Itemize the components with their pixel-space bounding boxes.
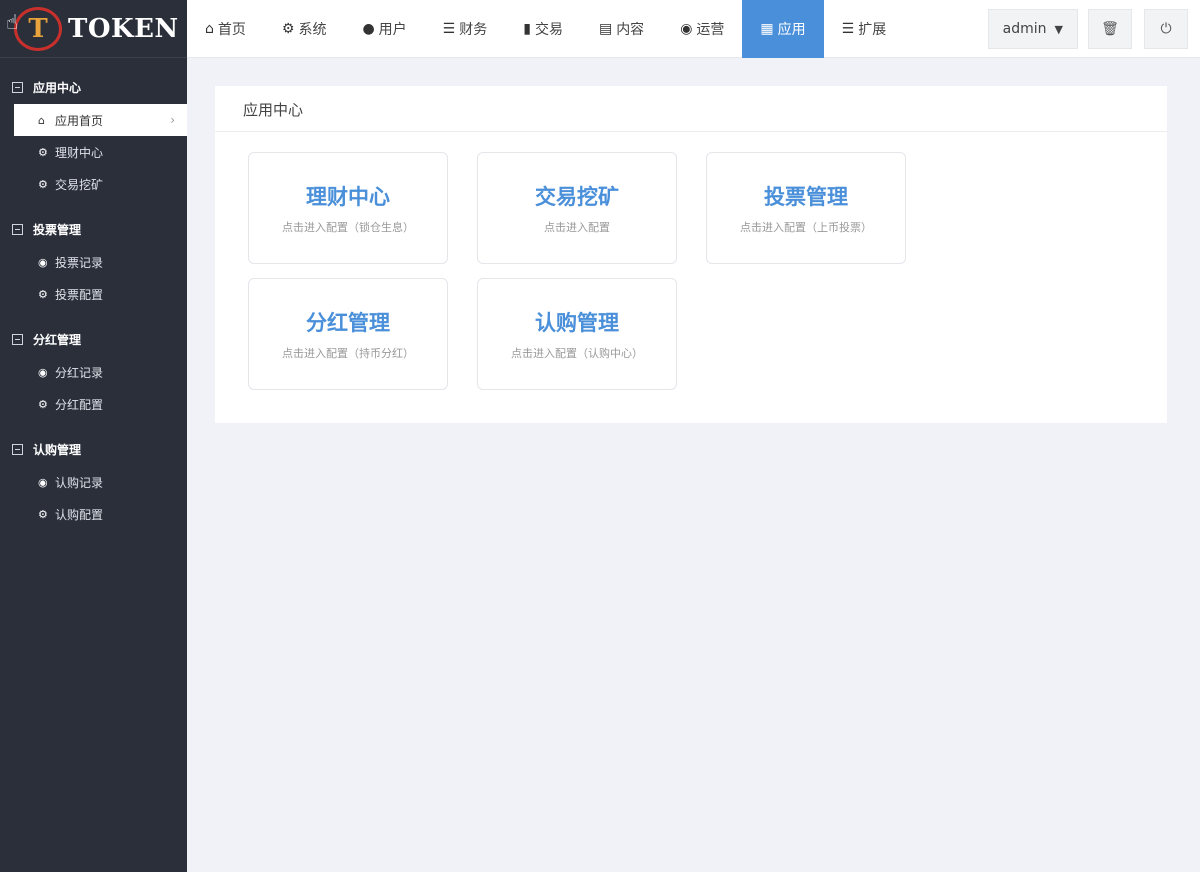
hand-cursor-icon: ☝: [6, 10, 19, 34]
tab-system[interactable]: ⚙ 系统: [264, 0, 345, 58]
card-subtitle: 点击进入配置（持币分红）: [282, 347, 414, 360]
chevron-right-icon: ›: [170, 113, 175, 127]
card-title: 分红管理: [306, 311, 390, 335]
gear-icon: ⚙: [38, 177, 48, 191]
tab-finance[interactable]: ☰ 财务: [425, 0, 506, 58]
collapse-icon: [12, 81, 23, 93]
home-icon: ⌂: [205, 20, 214, 37]
app-card-vote[interactable]: 投票管理 点击进入配置（上币投票）: [706, 152, 906, 264]
app-center-panel: 应用中心 理财中心 点击进入配置（锁仓生息） 交易挖矿 点击进入配置 投票管理 …: [215, 86, 1167, 423]
card-subtitle: 点击进入配置（上币投票）: [740, 221, 872, 234]
card-title: 理财中心: [306, 185, 390, 209]
logo-badge: T: [14, 6, 62, 51]
user-icon: ●: [362, 20, 375, 37]
logout-button[interactable]: ⏻: [1144, 9, 1188, 49]
server-icon: ☰: [841, 20, 855, 37]
globe-icon: ◉: [38, 255, 48, 269]
globe-icon: ◉: [38, 365, 48, 379]
nav-right-controls: admin ▼ 🗑 ⏻: [987, 0, 1200, 58]
collapse-icon: [12, 333, 23, 345]
globe-icon: ◉: [680, 20, 693, 37]
collapse-icon: [12, 223, 23, 235]
sidebar-item-finance-center[interactable]: ⚙ 理财中心: [0, 136, 187, 168]
gear-icon: ⚙: [38, 287, 48, 301]
gear-icon: ⚙: [38, 507, 48, 521]
sidebar-group-app-center: 应用中心 ⌂ 应用首页 › ⚙ 理财中心 ⚙ 交易挖矿: [0, 70, 187, 200]
tab-apps[interactable]: ▦ 应用: [742, 0, 824, 58]
logo-text: TOKEN: [68, 13, 179, 44]
sidebar-group-dividend: 分红管理 ◉ 分红记录 ⚙ 分红配置: [0, 322, 187, 420]
sidebar: T TOKEN ☝ 应用中心 ⌂ 应用首页 › ⚙ 理财中心 ⚙ 交易挖矿 投票…: [0, 0, 187, 872]
gear-icon: ⚙: [38, 397, 48, 411]
list-icon: ☰: [442, 20, 456, 37]
card-subtitle: 点击进入配置: [544, 221, 610, 234]
card-title: 交易挖矿: [535, 185, 619, 209]
app-card-trade-mining[interactable]: 交易挖矿 点击进入配置: [477, 152, 677, 264]
page-title: 应用中心: [215, 86, 1167, 132]
sidebar-item-dividend-records[interactable]: ◉ 分红记录: [0, 356, 187, 388]
sidebar-item-dividend-config[interactable]: ⚙ 分红配置: [0, 388, 187, 420]
bar-chart-icon: ▮: [523, 20, 531, 37]
app-card-finance[interactable]: 理财中心 点击进入配置（锁仓生息）: [248, 152, 448, 264]
tab-extensions[interactable]: ☰ 扩展: [824, 0, 905, 58]
top-nav: ⌂ 首页 ⚙ 系统 ● 用户 ☰ 财务 ▮ 交易 ▤ 内容 ◉ 运营 ▦ 应用 …: [187, 0, 1200, 58]
tab-users[interactable]: ● 用户: [344, 0, 424, 58]
trash-button[interactable]: 🗑: [1088, 9, 1132, 49]
home-icon: ⌂: [38, 113, 45, 127]
logo-letter: T: [28, 13, 48, 44]
trash-icon: 🗑: [1101, 21, 1119, 37]
sidebar-group-vote: 投票管理 ◉ 投票记录 ⚙ 投票配置: [0, 212, 187, 310]
sidebar-item-subscription-config[interactable]: ⚙ 认购配置: [0, 498, 187, 530]
content-icon: ▤: [598, 20, 613, 37]
gear-icon: ⚙: [38, 145, 48, 159]
sidebar-item-vote-records[interactable]: ◉ 投票记录: [0, 246, 187, 278]
app-card-subscription[interactable]: 认购管理 点击进入配置（认购中心）: [477, 278, 677, 390]
card-subtitle: 点击进入配置（锁仓生息）: [282, 221, 414, 234]
sidebar-group-title[interactable]: 投票管理: [0, 212, 187, 246]
sidebar-item-app-home[interactable]: ⌂ 应用首页 ›: [14, 104, 187, 136]
card-title: 投票管理: [764, 185, 848, 209]
collapse-icon: [12, 443, 23, 455]
admin-dropdown[interactable]: admin ▼: [987, 9, 1078, 49]
sidebar-item-subscription-records[interactable]: ◉ 认购记录: [0, 466, 187, 498]
caret-down-icon: ▼: [1054, 22, 1063, 36]
sidebar-group-title[interactable]: 分红管理: [0, 322, 187, 356]
sidebar-item-trade-mining[interactable]: ⚙ 交易挖矿: [0, 168, 187, 200]
card-title: 认购管理: [535, 311, 619, 335]
tab-trade[interactable]: ▮ 交易: [505, 0, 581, 58]
tab-home[interactable]: ⌂ 首页: [187, 0, 264, 58]
tab-operations[interactable]: ◉ 运营: [662, 0, 742, 58]
sidebar-item-vote-config[interactable]: ⚙ 投票配置: [0, 278, 187, 310]
sidebar-group-subscription: 认购管理 ◉ 认购记录 ⚙ 认购配置: [0, 432, 187, 530]
card-subtitle: 点击进入配置（认购中心）: [511, 347, 643, 360]
sidebar-group-title[interactable]: 应用中心: [0, 70, 187, 104]
logo[interactable]: T TOKEN: [0, 0, 187, 58]
app-card-dividend[interactable]: 分红管理 点击进入配置（持币分红）: [248, 278, 448, 390]
tab-content[interactable]: ▤ 内容: [581, 0, 662, 58]
sidebar-group-title[interactable]: 认购管理: [0, 432, 187, 466]
globe-icon: ◉: [38, 475, 48, 489]
logout-icon: ⏻: [1160, 21, 1172, 37]
grid-icon: ▦: [760, 20, 774, 37]
gear-icon: ⚙: [281, 20, 295, 37]
